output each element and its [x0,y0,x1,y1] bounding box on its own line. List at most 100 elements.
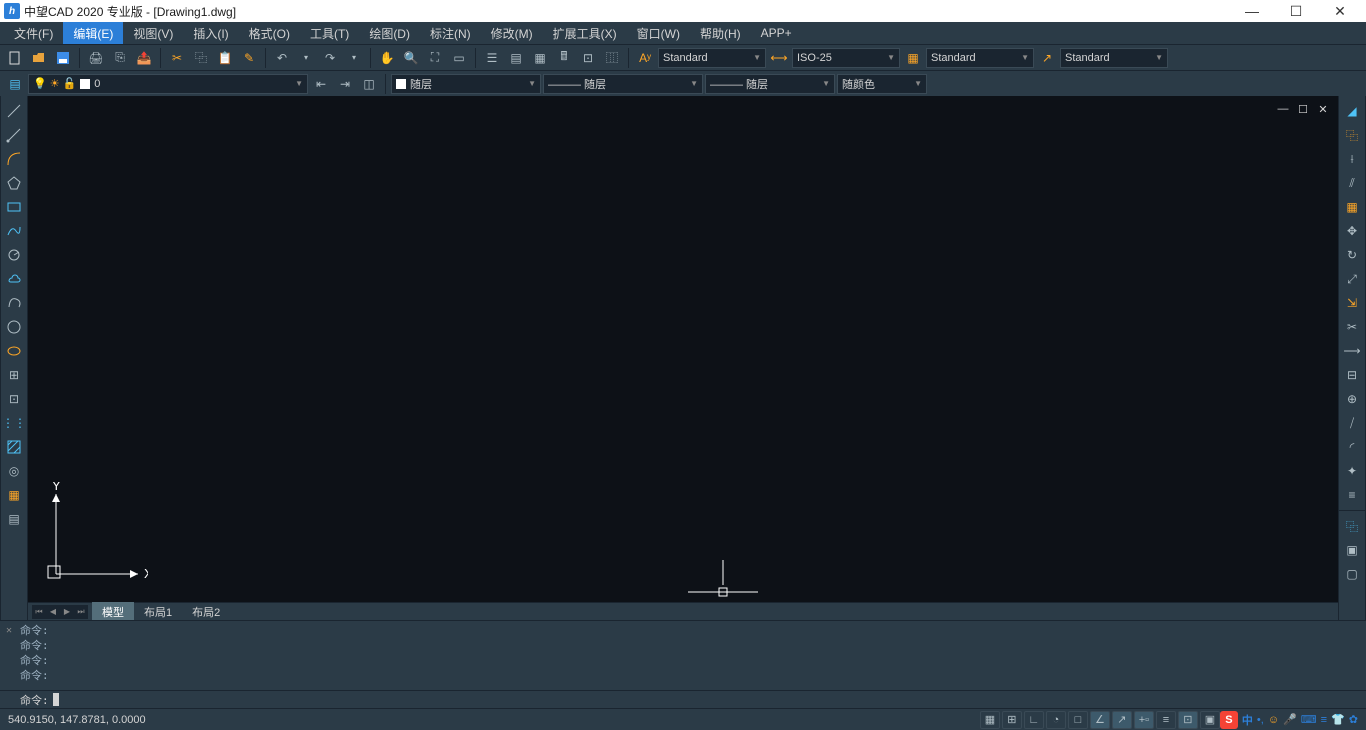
dim-style-dropdown[interactable]: ISO-25▼ [792,48,900,68]
close-button[interactable]: ✕ [1318,0,1362,22]
save-file-icon[interactable] [52,47,74,69]
ray-icon[interactable] [3,124,25,146]
tab-last-icon[interactable]: ⏭ [74,605,88,619]
fillet-icon[interactable]: ◜ [1341,436,1363,458]
copy-obj-icon[interactable]: ⿻ [1341,124,1363,146]
ime-opt5-icon[interactable]: ≡ [1321,714,1327,726]
dim-style-icon[interactable]: ⟷ [768,47,790,69]
linetype-dropdown[interactable]: ——— 随层▼ [543,74,703,94]
menu-9[interactable]: 扩展工具(X) [543,22,627,45]
snap-toggle[interactable]: ⊞ [1002,711,1022,729]
zoom-window-icon[interactable]: ⛶ [424,47,446,69]
ime-opt4-icon[interactable]: ⌨ [1301,713,1317,726]
model-space-toggle[interactable]: ▣ [1200,711,1220,729]
pan-icon[interactable]: ✋ [376,47,398,69]
menu-6[interactable]: 绘图(D) [359,22,420,45]
layer-dropdown[interactable]: 💡 ☀ 🔓 0 ▼ [28,74,308,94]
trim-icon[interactable]: ✂ [1341,316,1363,338]
mtext-icon[interactable]: ▤ [3,508,25,530]
table-icon[interactable]: ▦ [3,484,25,506]
redo-dropdown-icon[interactable]: ▾ [343,47,365,69]
doc-minimize-icon[interactable]: — [1276,102,1290,116]
zoom-extents-icon[interactable]: ▭ [448,47,470,69]
array-icon[interactable]: ▦ [1341,196,1363,218]
match-props-icon[interactable]: ✎ [238,47,260,69]
menu-8[interactable]: 修改(M) [481,22,543,45]
qselect-icon[interactable]: ⊡ [577,47,599,69]
paste-icon[interactable]: 📋 [214,47,236,69]
ellipse-arc-icon[interactable] [3,244,25,266]
ellipse-icon[interactable] [3,340,25,362]
stretch-icon[interactable]: ⇲ [1341,292,1363,314]
region-icon[interactable]: ◎ [3,460,25,482]
menu-1[interactable]: 编辑(E) [63,22,123,45]
make-block-icon[interactable]: ⊡ [3,388,25,410]
hatch-icon[interactable] [3,436,25,458]
ungroup-icon[interactable]: ▢ [1341,563,1363,585]
donut-icon[interactable] [3,292,25,314]
layout-tab-0[interactable]: 模型 [92,602,134,622]
grid-toggle[interactable]: ▦ [980,711,1000,729]
menu-4[interactable]: 格式(O) [239,22,300,45]
ime-icon[interactable]: S [1220,711,1238,729]
redo-icon[interactable]: ↷ [319,47,341,69]
lwt-toggle[interactable]: +▫ [1134,711,1154,729]
rectangle-icon[interactable] [3,196,25,218]
tab-next-icon[interactable]: ▶ [60,605,74,619]
minimize-button[interactable]: — [1230,0,1274,22]
tab-prev-icon[interactable]: ◀ [46,605,60,619]
menu-3[interactable]: 插入(I) [183,22,238,45]
menu-10[interactable]: 窗口(W) [627,22,690,45]
arc-icon[interactable] [3,148,25,170]
lineweight-dropdown[interactable]: ——— 随层▼ [705,74,835,94]
ime-opt7-icon[interactable]: ✿ [1349,713,1358,726]
rotate-icon[interactable]: ↻ [1341,244,1363,266]
cut-icon[interactable]: ✂ [166,47,188,69]
calculator-icon[interactable]: 🖩 [553,47,575,69]
menu-5[interactable]: 工具(T) [300,22,359,45]
ime-opt1-icon[interactable]: •, [1257,714,1264,726]
group-icon[interactable]: ▣ [1341,539,1363,561]
chamfer-icon[interactable]: ⧸ [1341,412,1363,434]
point-icon[interactable]: ⋮⋮ [3,412,25,434]
menu-2[interactable]: 视图(V) [123,22,183,45]
doc-maximize-icon[interactable]: ☐ [1296,102,1310,116]
maximize-button[interactable]: ☐ [1274,0,1318,22]
move-icon[interactable]: ✥ [1341,220,1363,242]
publish-icon[interactable]: 📤 [133,47,155,69]
polygon-icon[interactable] [3,172,25,194]
ime-opt6-icon[interactable]: 👕 [1331,713,1345,726]
bylayer-color-dropdown[interactable]: 随颜色▼ [837,74,927,94]
selection-cycle-toggle[interactable]: ⊡ [1178,711,1198,729]
open-file-icon[interactable] [28,47,50,69]
draw-order-icon[interactable]: ⿻ [1341,515,1363,537]
layer-isolate-icon[interactable]: ⇥ [334,73,356,95]
doc-close-icon[interactable]: ✕ [1316,102,1330,116]
tool-palettes-icon[interactable]: ⿲ [601,47,623,69]
ime-opt3-icon[interactable]: 🎤 [1283,713,1297,726]
menu-12[interactable]: APP+ [751,23,802,43]
join-icon[interactable]: ⊕ [1341,388,1363,410]
menu-7[interactable]: 标注(N) [420,22,481,45]
drawing-canvas[interactable]: — ☐ ✕ X Y [28,96,1338,602]
color-dropdown[interactable]: 随层 ▼ [391,74,541,94]
offset-icon[interactable]: ⫽ [1341,172,1363,194]
scale-icon[interactable]: ⤢ [1341,268,1363,290]
print-icon[interactable]: 🖨 [85,47,107,69]
layout-tab-1[interactable]: 布局1 [134,602,182,622]
layer-walk-icon[interactable]: ◫ [358,73,380,95]
ime-lang[interactable]: 中 [1242,712,1253,728]
layer-previous-icon[interactable]: ⇤ [310,73,332,95]
spline-icon[interactable] [3,220,25,242]
cloud-icon[interactable] [3,268,25,290]
otrack-toggle[interactable]: ∠ [1090,711,1110,729]
menu-0[interactable]: 文件(F) [4,22,63,45]
erase-icon[interactable]: ◢ [1341,100,1363,122]
cmd-close-icon[interactable]: ✕ [6,625,12,636]
break-icon[interactable]: ⊟ [1341,364,1363,386]
extend-icon[interactable]: ⟶ [1341,340,1363,362]
table-style-icon[interactable]: ▦ [902,47,924,69]
tab-first-icon[interactable]: ⏮ [32,605,46,619]
text-style-icon[interactable]: Aʸ [634,47,656,69]
insert-block-icon[interactable]: ⊞ [3,364,25,386]
